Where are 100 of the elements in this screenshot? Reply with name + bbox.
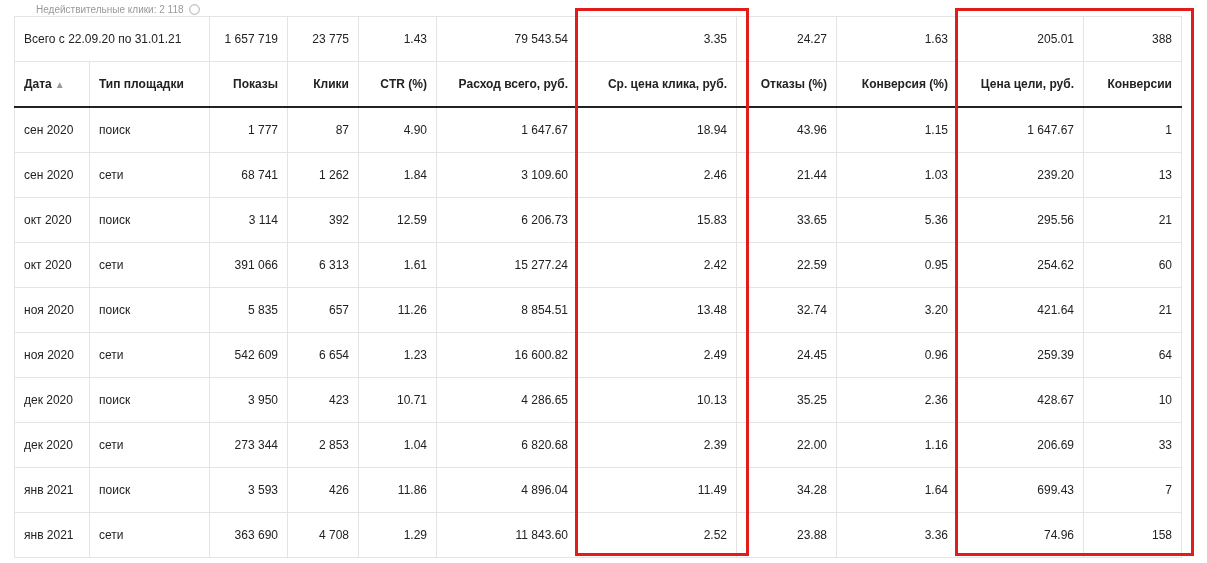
table-cell: 273 344 xyxy=(209,422,288,468)
table-cell: дек 2020 xyxy=(14,422,90,468)
table-cell: янв 2021 xyxy=(14,467,90,513)
table-cell: 1 777 xyxy=(209,107,288,153)
table-cell: 1.61 xyxy=(358,242,437,288)
table-cell: 428.67 xyxy=(957,377,1084,423)
table-cell: 22.59 xyxy=(736,242,837,288)
summary-cell: 205.01 xyxy=(957,16,1084,62)
table-cell: 206.69 xyxy=(957,422,1084,468)
table-cell: 657 xyxy=(287,287,359,333)
table-cell: 4.90 xyxy=(358,107,437,153)
table-cell: 22.00 xyxy=(736,422,837,468)
table-cell: 10.71 xyxy=(358,377,437,423)
table-cell: 7 xyxy=(1083,467,1182,513)
table-cell: 10.13 xyxy=(577,377,737,423)
table-cell: 35.25 xyxy=(736,377,837,423)
table-cell: 21 xyxy=(1083,197,1182,243)
table-cell: 295.56 xyxy=(957,197,1084,243)
table-cell: 542 609 xyxy=(209,332,288,378)
table-cell: ноя 2020 xyxy=(14,287,90,333)
table-cell: 1.04 xyxy=(358,422,437,468)
column-header[interactable]: Конверсии xyxy=(1083,61,1182,107)
column-header[interactable]: Ср. цена клика, руб. xyxy=(577,61,737,107)
table-cell: 391 066 xyxy=(209,242,288,288)
table-cell: 239.20 xyxy=(957,152,1084,198)
table-cell: поиск xyxy=(89,107,210,153)
table-cell: 2.52 xyxy=(577,512,737,558)
invalid-clicks-text: Недействительные клики: 2 118 xyxy=(36,3,184,15)
table-cell: поиск xyxy=(89,287,210,333)
table-cell: 392 xyxy=(287,197,359,243)
table-cell: 32.74 xyxy=(736,287,837,333)
table-cell: янв 2021 xyxy=(14,512,90,558)
table-cell: 21 xyxy=(1083,287,1182,333)
table-cell: 426 xyxy=(287,467,359,513)
summary-cell: 1.63 xyxy=(836,16,958,62)
column-header[interactable]: CTR (%) xyxy=(358,61,437,107)
table-cell: 24.45 xyxy=(736,332,837,378)
table-cell: 259.39 xyxy=(957,332,1084,378)
table-cell: 23.88 xyxy=(736,512,837,558)
column-header[interactable]: Цена цели, руб. xyxy=(957,61,1084,107)
table-cell: поиск xyxy=(89,197,210,243)
table-cell: 33.65 xyxy=(736,197,837,243)
table-cell: 3 593 xyxy=(209,467,288,513)
table-cell: 21.44 xyxy=(736,152,837,198)
summary-cell: 1.43 xyxy=(358,16,437,62)
table-cell: 423 xyxy=(287,377,359,423)
table-cell: 1.23 xyxy=(358,332,437,378)
table-cell: сен 2020 xyxy=(14,107,90,153)
table-cell: 1.84 xyxy=(358,152,437,198)
summary-cell: 79 543.54 xyxy=(436,16,578,62)
table-cell: 3 114 xyxy=(209,197,288,243)
column-header[interactable]: Отказы (%) xyxy=(736,61,837,107)
table-cell: 4 708 xyxy=(287,512,359,558)
summary-cell: 388 xyxy=(1083,16,1182,62)
table-cell: 60 xyxy=(1083,242,1182,288)
column-header[interactable]: Тип площадки xyxy=(89,61,210,107)
table-cell: 13 xyxy=(1083,152,1182,198)
table-cell: 18.94 xyxy=(577,107,737,153)
table-cell: 6 654 xyxy=(287,332,359,378)
table-cell: сети xyxy=(89,152,210,198)
table-cell: 11.49 xyxy=(577,467,737,513)
summary-cell: 3.35 xyxy=(577,16,737,62)
table-cell: 254.62 xyxy=(957,242,1084,288)
table-cell: 10 xyxy=(1083,377,1182,423)
table-cell: 1 647.67 xyxy=(957,107,1084,153)
table-cell: 1 262 xyxy=(287,152,359,198)
column-header[interactable]: Показы xyxy=(209,61,288,107)
column-header[interactable]: Клики xyxy=(287,61,359,107)
table-cell: 363 690 xyxy=(209,512,288,558)
table-cell: 15.83 xyxy=(577,197,737,243)
table-cell: поиск xyxy=(89,377,210,423)
table-cell: 2 853 xyxy=(287,422,359,468)
table-cell: сети xyxy=(89,332,210,378)
table-cell: 2.39 xyxy=(577,422,737,468)
table-cell: 5 835 xyxy=(209,287,288,333)
table-cell: 43.96 xyxy=(736,107,837,153)
table-cell: 6 313 xyxy=(287,242,359,288)
summary-label: Всего с 22.09.20 по 31.01.21 xyxy=(14,16,210,62)
table-cell: 1.29 xyxy=(358,512,437,558)
table-cell: ноя 2020 xyxy=(14,332,90,378)
table-cell: 12.59 xyxy=(358,197,437,243)
table-cell: 421.64 xyxy=(957,287,1084,333)
table-cell: сети xyxy=(89,422,210,468)
help-icon[interactable] xyxy=(188,3,200,15)
table-cell: 64 xyxy=(1083,332,1182,378)
summary-cell: 24.27 xyxy=(736,16,837,62)
table-cell: сети xyxy=(89,512,210,558)
summary-cell: 1 657 719 xyxy=(209,16,288,62)
table-cell: 11.86 xyxy=(358,467,437,513)
column-header[interactable]: Дата ▲ xyxy=(14,61,90,107)
table-cell: 158 xyxy=(1083,512,1182,558)
table-cell: окт 2020 xyxy=(14,242,90,288)
table-cell: 34.28 xyxy=(736,467,837,513)
summary-cell: 23 775 xyxy=(287,16,359,62)
table-cell: дек 2020 xyxy=(14,377,90,423)
table-cell: окт 2020 xyxy=(14,197,90,243)
table-cell: 13.48 xyxy=(577,287,737,333)
table-cell: 2.46 xyxy=(577,152,737,198)
table-cell: сети xyxy=(89,242,210,288)
table-cell: 33 xyxy=(1083,422,1182,468)
